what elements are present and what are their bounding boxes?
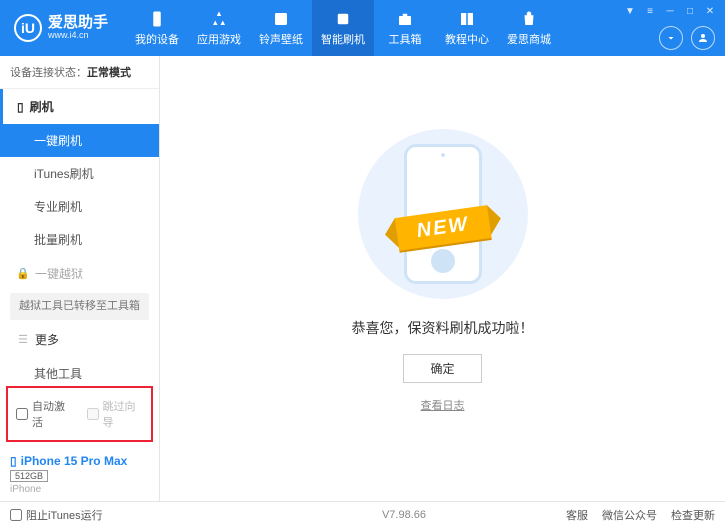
device-type: iPhone	[10, 484, 149, 495]
app-subtitle: www.i4.cn	[48, 31, 108, 41]
connection-status: 设备连接状态：正常模式	[0, 56, 159, 89]
apps-icon	[209, 10, 229, 28]
sidebar-group-more[interactable]: ☰ 更多	[0, 322, 159, 357]
flash-icon	[333, 10, 353, 28]
main-content: NEW 恭喜您，保资料刷机成功啦！ 确定 查看日志	[160, 56, 725, 501]
book-icon	[457, 10, 477, 28]
checkbox-skip-guide[interactable]: 跳过向导	[87, 398, 144, 430]
toolbox-icon	[395, 10, 415, 28]
sidebar-group-jailbreak: 🔒 一键越狱	[0, 256, 159, 291]
nav-apps[interactable]: 应用游戏	[188, 0, 250, 56]
success-illustration: NEW	[343, 124, 543, 304]
more-icon: ☰	[17, 334, 29, 346]
wallpaper-icon	[271, 10, 291, 28]
success-message: 恭喜您，保资料刷机成功啦！	[352, 318, 534, 338]
ok-button[interactable]: 确定	[403, 354, 481, 383]
footer: 阻止iTunes运行 V7.98.66 客服 微信公众号 检查更新	[0, 501, 725, 527]
logo-icon: iU	[14, 14, 42, 42]
footer-link-support[interactable]: 客服	[566, 507, 588, 523]
app-title: 爱思助手	[48, 15, 108, 32]
store-icon	[519, 10, 539, 28]
nav-flash[interactable]: 智能刷机	[312, 0, 374, 56]
sidebar-group-flash[interactable]: ▯ 刷机	[0, 89, 159, 124]
app-header: iU 爱思助手 www.i4.cn 我的设备 应用游戏 铃声壁纸 智能刷机 工具…	[0, 0, 725, 56]
device-storage: 512GB	[10, 470, 48, 482]
sidebar-item-pro-flash[interactable]: 专业刷机	[0, 190, 159, 223]
highlight-options: 自动激活 跳过向导	[6, 386, 153, 442]
device-name[interactable]: ▯ iPhone 15 Pro Max	[10, 454, 149, 468]
nav-store[interactable]: 爱思商城	[498, 0, 560, 56]
nav-my-device[interactable]: 我的设备	[126, 0, 188, 56]
footer-link-update[interactable]: 检查更新	[671, 507, 715, 523]
logo: iU 爱思助手 www.i4.cn	[0, 14, 118, 42]
sidebar-item-itunes-flash[interactable]: iTunes刷机	[0, 157, 159, 190]
version-label: V7.98.66	[382, 509, 426, 521]
nav-tutorials[interactable]: 教程中心	[436, 0, 498, 56]
skin-icon[interactable]: ▼	[623, 4, 637, 18]
user-button[interactable]	[691, 26, 715, 50]
nav-toolbox[interactable]: 工具箱	[374, 0, 436, 56]
close-icon[interactable]: ✕	[703, 4, 717, 18]
sidebar: 设备连接状态：正常模式 ▯ 刷机 一键刷机 iTunes刷机 专业刷机 批量刷机…	[0, 56, 160, 501]
device-info: ▯ iPhone 15 Pro Max 512GB iPhone	[0, 448, 159, 501]
sidebar-jailbreak-note[interactable]: 越狱工具已转移至工具箱	[10, 293, 149, 320]
menu-icon[interactable]: ≡	[643, 4, 657, 18]
lock-icon: 🔒	[17, 268, 29, 280]
checkbox-block-itunes[interactable]: 阻止iTunes运行	[10, 507, 103, 523]
checkbox-auto-activate[interactable]: 自动激活	[16, 398, 73, 430]
device-phone-icon: ▯	[10, 454, 17, 468]
nav-ringtones[interactable]: 铃声壁纸	[250, 0, 312, 56]
sidebar-item-other-tools[interactable]: 其他工具	[0, 357, 159, 380]
minimize-icon[interactable]: ─	[663, 4, 677, 18]
download-button[interactable]	[659, 26, 683, 50]
sidebar-item-oneclick-flash[interactable]: 一键刷机	[0, 124, 159, 157]
device-icon	[147, 10, 167, 28]
window-controls: ▼ ≡ ─ □ ✕	[623, 4, 717, 18]
sidebar-item-batch-flash[interactable]: 批量刷机	[0, 223, 159, 256]
phone-icon: ▯	[17, 100, 24, 114]
footer-link-wechat[interactable]: 微信公众号	[602, 507, 657, 523]
top-nav: 我的设备 应用游戏 铃声壁纸 智能刷机 工具箱 教程中心 爱思商城	[126, 0, 560, 56]
view-log-link[interactable]: 查看日志	[421, 397, 465, 413]
maximize-icon[interactable]: □	[683, 4, 697, 18]
